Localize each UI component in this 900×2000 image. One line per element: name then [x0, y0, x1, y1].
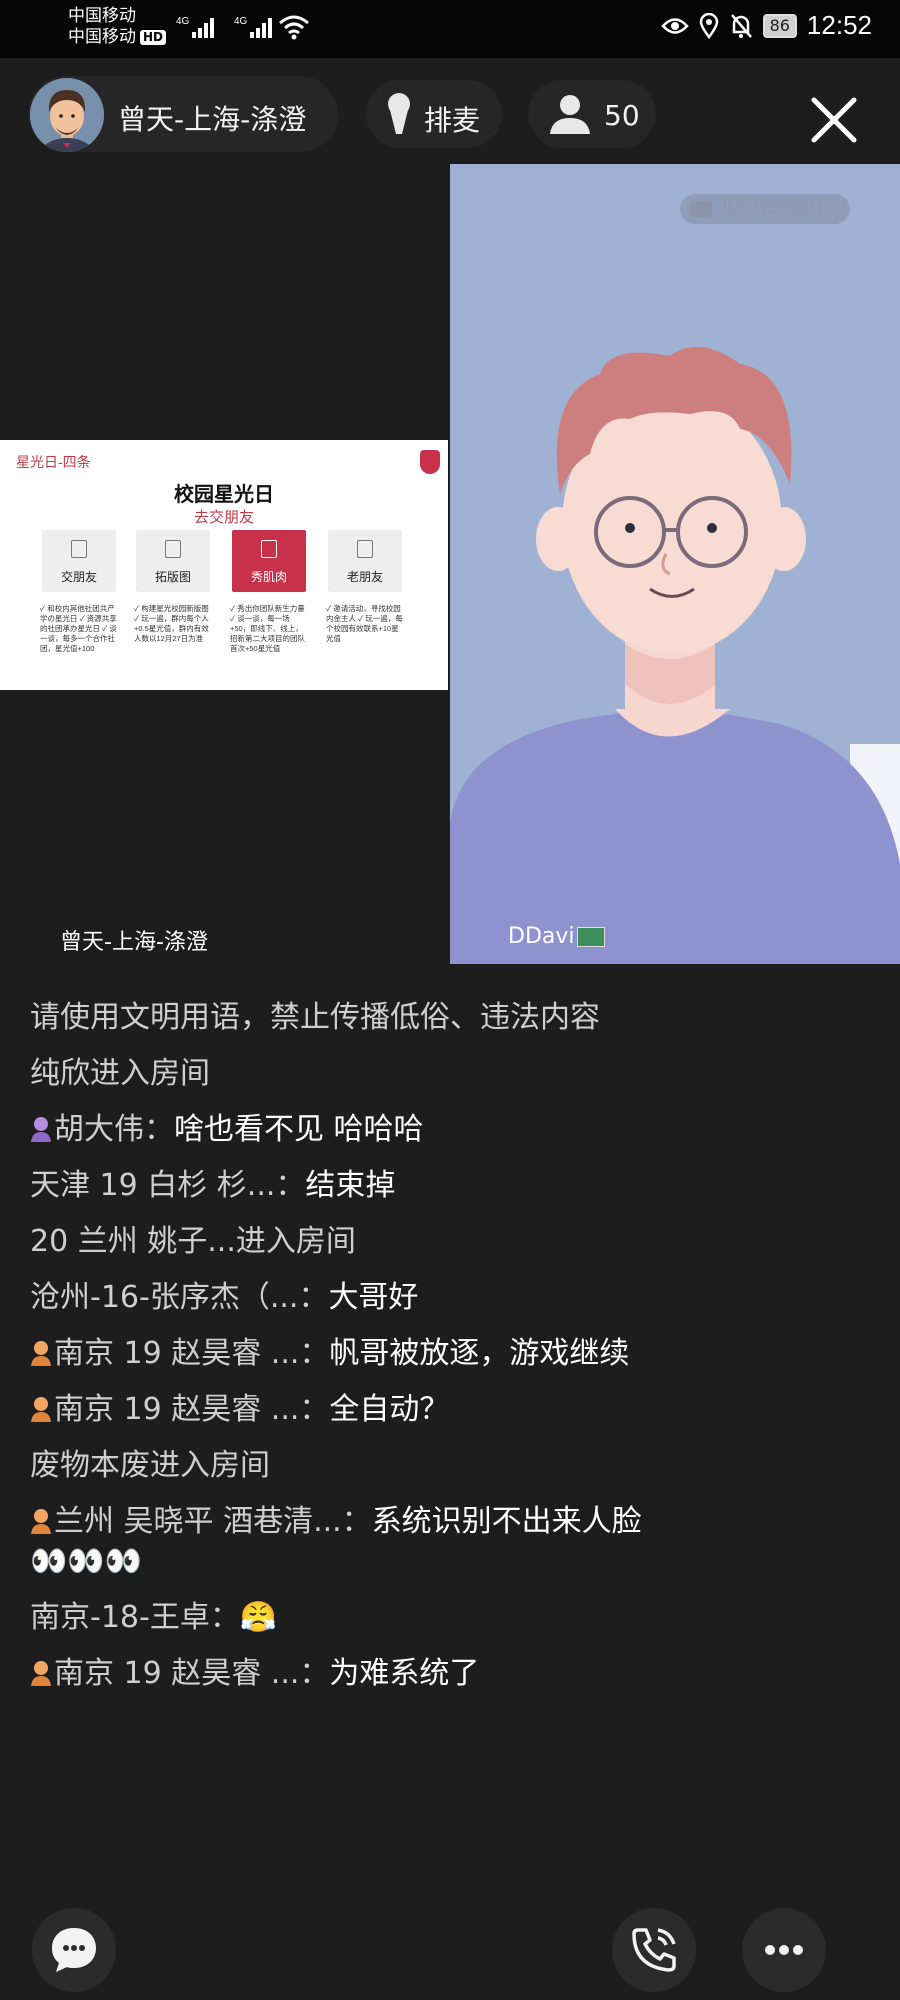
slide-subtitle: 去交朋友: [193, 509, 254, 526]
slide-card-active: 秀肌肉: [232, 530, 306, 592]
slide-card-icon: [261, 540, 277, 558]
right-cam-name: DDavi: [508, 924, 575, 949]
slide-card-text: ✓ 构建星光校园新版图 ✓ 玩一遍，群内每个人+0.5星光值，群内有效人数以12…: [134, 604, 209, 643]
mute-bell-icon: [730, 13, 752, 38]
close-icon[interactable]: [808, 94, 860, 146]
chat-nick[interactable]: 南京 19 赵昊睿 ...：: [54, 1336, 329, 1371]
chat-text: 大哥好: [328, 1280, 419, 1315]
slide-card-label: 老朋友: [346, 570, 383, 584]
network-1: 4G: [176, 16, 190, 27]
chat-text: 全自动？: [329, 1392, 450, 1427]
chat-bubble-icon: [52, 1928, 96, 1972]
shared-slide: 星光日-四条 校园星光日 去交朋友 交朋友 拓版图 秀肌肉 老朋友 ✓ 和校内其…: [0, 440, 448, 690]
chat-enter-notice: 纯欣进入房间: [30, 1056, 210, 1091]
room-id: ID:8199081: [722, 196, 826, 218]
slide-logo: [420, 450, 440, 474]
chat-nick[interactable]: 兰州 吴晓平 酒巷清...：: [54, 1504, 372, 1539]
phone-icon: [632, 1928, 676, 1972]
slide-card: 拓版图: [136, 530, 210, 592]
user-badge-icon: [31, 1661, 51, 1686]
more-icon: [765, 1945, 803, 1955]
carrier-1: 中国移动: [68, 6, 136, 26]
hd-badge: HD: [140, 29, 167, 45]
chat-text: 帆哥被放逐，游戏继续: [329, 1336, 630, 1371]
chat-nick[interactable]: 南京 19 赵昊睿 ...：: [54, 1392, 329, 1427]
call-button[interactable]: [612, 1908, 696, 1992]
chat-message: 南京-18-王卓：😤: [30, 1598, 650, 1638]
chat-message: 沧州-16-张序杰（...：大哥好: [30, 1278, 650, 1318]
status-bar: 中国移动 中国移动 HD 4G 4G 86 12:52: [0, 0, 900, 58]
clock: 12:52: [806, 10, 872, 40]
slide-card-label: 交朋友: [60, 570, 97, 584]
chat-message: 胡大伟：啥也看不见 哈哈哈: [30, 1110, 650, 1150]
user-icon: [550, 95, 590, 134]
user-badge-icon: [31, 1397, 51, 1422]
chat-enter-notice: 废物本废进入房间: [30, 1448, 270, 1483]
chat-message: 南京 19 赵昊睿 ...：全自动？: [30, 1390, 650, 1430]
slide-card: 老朋友: [328, 530, 402, 592]
slide-card-icon: [357, 540, 373, 558]
avatar-illustration: [30, 78, 104, 152]
battery-indicator: 86: [762, 13, 797, 38]
chat-nick[interactable]: 天津 19 白杉 杉...：: [30, 1168, 305, 1203]
chat-message: 天津 19 白杉 杉...：结束掉: [30, 1166, 650, 1206]
user-badge-icon: [31, 1509, 51, 1534]
slide-card-text: ✓ 秀出你团队新生力量 ✓ 谈一谈，每一场+50，即线下、线上，招新第二大项目的…: [230, 604, 305, 653]
slide-tag: 星光日-四条: [16, 454, 91, 470]
slide-card: 交朋友: [42, 530, 116, 592]
room-id-camera-icon: [690, 201, 712, 217]
slide-card-text: ✓ 和校内其他社团共产学の星光日 ✓ 资源共享的社团承办星光日 ✓ 谈一谈，每多…: [40, 604, 117, 653]
avatar[interactable]: [30, 78, 104, 152]
chat-text: 为难系统了: [329, 1656, 480, 1691]
location-icon: [699, 12, 718, 39]
chat-system-notice: 请使用文明用语，禁止传播低俗、违法内容: [30, 1000, 600, 1035]
signal-icon: 4G: [176, 16, 214, 38]
slide-card-label: 秀肌肉: [250, 570, 287, 584]
slide-card-icon: [165, 540, 181, 558]
flag-icon: [576, 926, 605, 947]
chat-nick[interactable]: 胡大伟：: [54, 1112, 174, 1147]
chat-enter-notice: 20 兰州 姚子...进入房间: [30, 1224, 356, 1259]
viewer-count[interactable]: 50: [604, 99, 640, 132]
slide-card-icon: [71, 540, 87, 558]
mic-queue-label[interactable]: 排麦: [424, 99, 480, 139]
left-cam-name: 曾天-上海-涤澄: [60, 930, 208, 955]
chat-button[interactable]: [32, 1908, 116, 1992]
right-camera-video[interactable]: [450, 164, 900, 964]
slide-card-label: 拓版图: [154, 570, 191, 584]
chat-list: 请使用文明用语，禁止传播低俗、违法内容 纯欣进入房间 胡大伟：啥也看不见 哈哈哈…: [30, 998, 650, 1710]
chat-message: 兰州 吴晓平 酒巷清...：系统识别不出来人脸👀👀👀: [30, 1502, 650, 1582]
carrier-info: 中国移动 中国移动 HD: [68, 6, 167, 48]
chat-emoji: 😤: [239, 1600, 278, 1635]
user-badge-icon: [31, 1117, 51, 1142]
slide-card-text: ✓ 邀请活动，寻找校园内金主人 ✓ 玩一遍，每个校园有效联系+10星光值: [326, 604, 403, 643]
signal-icon-2: 4G: [234, 16, 272, 38]
host-name[interactable]: 曾天-上海-涤澄: [118, 98, 306, 138]
right-cam-label: DDavi: [508, 924, 605, 949]
chat-message: 南京 19 赵昊睿 ...：帆哥被放逐，游戏继续: [30, 1334, 650, 1374]
chat-nick[interactable]: 南京-18-王卓：: [30, 1600, 240, 1635]
person-illustration: [450, 164, 900, 964]
slide-title: 校园星光日: [174, 484, 274, 506]
mic-icon[interactable]: [384, 92, 414, 136]
carrier-2: 中国移动: [68, 27, 136, 47]
user-badge-icon: [31, 1341, 51, 1366]
chat-text: 啥也看不见 哈哈哈: [174, 1112, 424, 1147]
network-2: 4G: [234, 16, 248, 27]
chat-text: 结束掉: [305, 1168, 396, 1203]
chat-message: 南京 19 赵昊睿 ...：为难系统了: [30, 1654, 650, 1694]
more-button[interactable]: [742, 1908, 826, 1992]
chat-nick[interactable]: 南京 19 赵昊睿 ...：: [54, 1656, 329, 1691]
wifi-icon: [279, 15, 309, 40]
chat-nick[interactable]: 沧州-16-张序杰（...：: [30, 1280, 328, 1315]
eye-icon: [660, 17, 689, 34]
